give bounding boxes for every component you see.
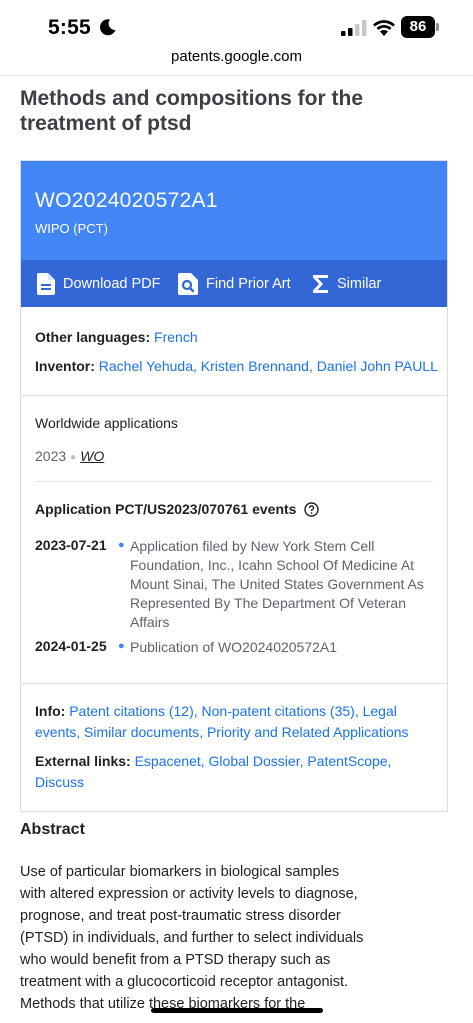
wifi-icon [373,20,395,36]
action-bar: Download PDF Find Prior Art Similar [21,260,447,307]
external-links: External links: Espacenet, Global Dossie… [35,753,392,790]
inner-divider [35,481,433,482]
patentscope-link[interactable]: PatentScope [307,753,387,769]
patent-header: WO2024020572A1 WIPO (PCT) [21,161,447,260]
language-link-french[interactable]: French [154,329,198,345]
inventor-label: Inventor: [35,358,95,374]
application-year: 2023 [35,448,67,464]
inventor-link[interactable]: Rachel Yehuda [99,358,193,374]
abstract-heading: Abstract [20,821,85,838]
inventor-link[interactable]: Kristen Brennand [201,358,309,374]
priority-applications-link[interactable]: Priority and Related Applications [207,724,409,740]
toolbar-divider [0,75,473,76]
external-links-label: External links: [35,753,131,769]
patent-citations-link[interactable]: Patent citations (12) [69,703,194,719]
find-prior-art-label: Find Prior Art [206,275,291,292]
status-bar: 5:55 86 [0,0,473,48]
event-description: Application filed by New York Stem Cell … [130,538,424,630]
info-links: Info: Patent citations (12), Non-patent … [35,703,409,740]
discuss-link[interactable]: Discuss [35,774,84,790]
moon-icon [99,19,116,36]
sigma-icon [313,274,328,293]
battery-icon: 86 [401,16,439,38]
cellular-signal-icon [341,20,367,36]
worldwide-applications-title: Worldwide applications [35,415,178,431]
pdf-file-icon [37,272,55,295]
address-bar[interactable]: patents.google.com [0,48,473,74]
similar-documents-link[interactable]: Similar documents [84,724,199,740]
home-indicator[interactable] [151,1008,323,1013]
download-pdf-label: Download PDF [63,275,161,292]
inventors: Inventor: Rachel Yehuda, Kristen Brennan… [35,358,438,374]
worldwide-applications-row: 2023 ● WO [35,448,105,464]
timeline-dot: ● [118,539,125,551]
find-prior-art-button[interactable]: Find Prior Art [178,260,291,307]
event-date: 2023-07-21 [35,537,107,553]
publication-office: WIPO (PCT) [35,221,108,236]
page-title: Methods and compositions for the treatme… [20,87,364,135]
abstract-text: Use of particular biomarkers in biologic… [20,864,364,1012]
event-description: Publication of WO2024020572A1 [130,639,338,655]
other-languages: Other languages: French [35,327,198,348]
section-divider [21,395,447,396]
non-patent-citations-link[interactable]: Non-patent citations (35) [202,703,355,719]
help-icon[interactable] [304,501,320,517]
battery-level: 86 [409,18,427,35]
events-title-text: Application PCT/US2023/070761 events [35,501,297,517]
download-pdf-button[interactable]: Download PDF [37,260,161,307]
espacenet-link[interactable]: Espacenet [135,753,201,769]
inventor-link[interactable]: Daniel John PAULL [317,358,438,374]
global-dossier-link[interactable]: Global Dossier [209,753,300,769]
info-label: Info: [35,703,66,719]
clock: 5:55 [48,16,91,39]
country-link-wo[interactable]: WO [80,448,104,464]
similar-button[interactable]: Similar [312,260,381,307]
timeline-dot: ● [118,640,125,652]
publication-number: WO2024020572A1 [35,189,218,212]
prior-art-search-icon [178,272,198,295]
similar-label: Similar [337,275,382,292]
patent-card: WO2024020572A1 WIPO (PCT) Download PDF F… [20,160,448,812]
section-divider [21,683,447,684]
other-languages-label: Other languages: [35,329,151,345]
event-date: 2024-01-25 [35,638,107,654]
events-title: Application PCT/US2023/070761 events [35,501,320,517]
